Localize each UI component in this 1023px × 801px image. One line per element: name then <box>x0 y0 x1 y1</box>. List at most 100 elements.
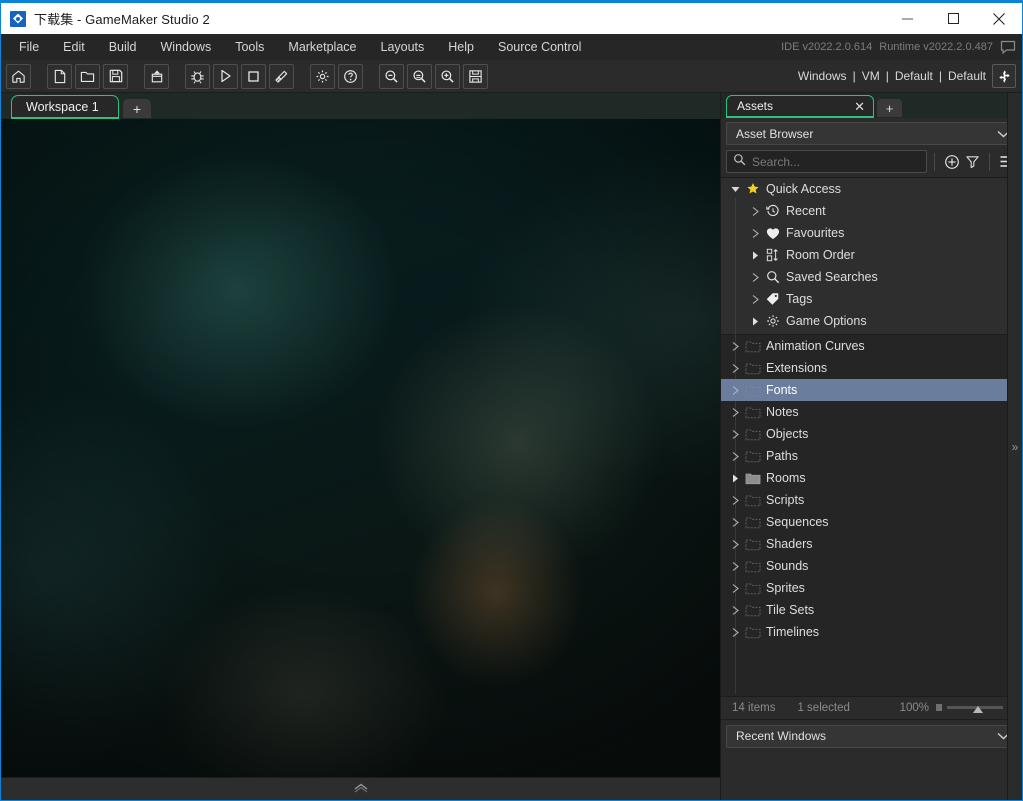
recent-windows-dropdown[interactable]: Recent Windows <box>726 724 1017 748</box>
new-project-icon[interactable] <box>47 63 72 89</box>
debug-icon[interactable] <box>185 63 210 89</box>
target-runtime-label[interactable]: VM <box>862 69 880 83</box>
tree-row-saved-searches[interactable]: Saved Searches <box>721 266 1007 288</box>
menu-tools[interactable]: Tools <box>223 34 276 60</box>
tree-row-folder[interactable]: Sounds <box>721 555 1007 577</box>
folder-icon <box>743 494 763 507</box>
version-info: IDE v2022.2.0.614 Runtime v2022.2.0.487 <box>781 34 1016 60</box>
tree-row-game-options[interactable]: Game Options <box>721 310 1007 332</box>
chevron-right-icon[interactable] <box>727 627 743 637</box>
chevron-down-icon[interactable] <box>727 186 743 193</box>
gear-icon <box>763 314 783 328</box>
chevron-right-icon[interactable] <box>727 561 743 571</box>
divider <box>989 152 990 171</box>
target-config-label[interactable]: Default <box>895 69 933 83</box>
target-platform-label[interactable]: Windows <box>798 69 847 83</box>
tree-row-folder[interactable]: Timelines <box>721 621 1007 643</box>
tree-row-folder[interactable]: Tile Sets <box>721 599 1007 621</box>
zoom-in-icon[interactable] <box>435 63 460 89</box>
collapse-chevron-icon[interactable] <box>353 780 369 798</box>
menu-layouts[interactable]: Layouts <box>369 34 437 60</box>
tree-row-folder[interactable]: Fonts <box>721 379 1007 401</box>
stop-icon[interactable] <box>241 63 266 89</box>
chevron-right-filled-icon[interactable] <box>727 474 743 483</box>
chevron-right-icon[interactable] <box>727 363 743 373</box>
chevron-right-filled-icon[interactable] <box>747 251 763 260</box>
minimize-button[interactable] <box>884 3 930 34</box>
chevron-right-icon[interactable] <box>727 495 743 505</box>
search-input[interactable]: Search... <box>726 150 927 173</box>
zoom-reset-icon[interactable] <box>407 63 432 89</box>
tree-row-folder[interactable]: Notes <box>721 401 1007 423</box>
zoom-slider[interactable] <box>936 701 1014 715</box>
folder-icon <box>743 450 763 463</box>
ide-version-label: IDE v2022.2.0.614 <box>781 41 873 53</box>
chevron-right-icon[interactable] <box>747 206 763 216</box>
workspace-canvas[interactable]: 下载集 xzji.com <box>1 119 720 777</box>
chevron-right-icon[interactable] <box>727 407 743 417</box>
menu-edit[interactable]: Edit <box>51 34 97 60</box>
chevron-right-icon[interactable] <box>747 228 763 238</box>
chevron-right-icon[interactable] <box>727 385 743 395</box>
asset-browser-dropdown[interactable]: Asset Browser <box>726 122 1017 145</box>
tree-row-folder[interactable]: Objects <box>721 423 1007 445</box>
zoom-out-icon[interactable] <box>379 63 404 89</box>
play-icon[interactable] <box>213 63 238 89</box>
add-assets-tab-button[interactable]: + <box>877 99 902 117</box>
maximize-button[interactable] <box>930 3 976 34</box>
chevron-right-icon[interactable] <box>727 539 743 549</box>
tree-row-folder[interactable]: Animation Curves <box>721 335 1007 357</box>
menu-source-control[interactable]: Source Control <box>486 34 593 60</box>
menu-help[interactable]: Help <box>436 34 486 60</box>
tree-row-tags[interactable]: Tags <box>721 288 1007 310</box>
chevron-right-icon[interactable] <box>747 272 763 282</box>
tree-row-folder[interactable]: Rooms <box>721 467 1007 489</box>
chevron-right-icon[interactable] <box>747 294 763 304</box>
tree-row-recent[interactable]: Recent <box>721 200 1007 222</box>
tree-row-folder[interactable]: Sequences <box>721 511 1007 533</box>
close-icon[interactable]: ✕ <box>854 100 865 113</box>
chevron-right-icon[interactable] <box>727 583 743 593</box>
tree-row-quick-access[interactable]: Quick Access <box>721 178 1007 200</box>
filter-icon[interactable] <box>962 152 982 172</box>
chevron-right-icon[interactable] <box>727 517 743 527</box>
add-workspace-tab-button[interactable]: + <box>123 99 151 118</box>
tree-row-folder[interactable]: Shaders <box>721 533 1007 555</box>
tree-label: Paths <box>766 449 798 463</box>
chevron-right-icon[interactable] <box>727 429 743 439</box>
chevron-right-icon[interactable] <box>727 341 743 351</box>
tree-row-folder[interactable]: Scripts <box>721 489 1007 511</box>
clean-icon[interactable] <box>269 63 294 89</box>
menu-file[interactable]: File <box>7 34 51 60</box>
export-package-icon[interactable] <box>144 63 169 89</box>
right-panel-expander[interactable]: » <box>1007 93 1022 800</box>
tree-row-folder[interactable]: Extensions <box>721 357 1007 379</box>
add-asset-icon[interactable] <box>942 152 962 172</box>
feedback-chat-icon[interactable] <box>1000 40 1016 55</box>
menu-build[interactable]: Build <box>97 34 149 60</box>
menu-windows[interactable]: Windows <box>149 34 224 60</box>
tree-row-room-order[interactable]: Room Order <box>721 244 1007 266</box>
tab-assets[interactable]: Assets ✕ <box>726 95 874 118</box>
target-manager-icon[interactable] <box>992 64 1016 88</box>
open-project-icon[interactable] <box>75 63 100 89</box>
chevron-right-filled-icon[interactable] <box>747 317 763 326</box>
folder-icon <box>743 582 763 595</box>
menu-marketplace[interactable]: Marketplace <box>276 34 368 60</box>
help-icon[interactable] <box>338 63 363 89</box>
preferences-gear-icon[interactable] <box>310 63 335 89</box>
tree-label: Recent <box>786 204 826 218</box>
tab-workspace-1[interactable]: Workspace 1 <box>11 95 119 119</box>
tree-row-folder[interactable]: Sprites <box>721 577 1007 599</box>
fit-to-screen-icon[interactable] <box>463 63 488 89</box>
tree-row-favourites[interactable]: Favourites <box>721 222 1007 244</box>
tree-row-folder[interactable]: Paths <box>721 445 1007 467</box>
close-button[interactable] <box>976 3 1022 34</box>
save-project-icon[interactable] <box>103 63 128 89</box>
target-device-label[interactable]: Default <box>948 69 986 83</box>
divider <box>934 152 935 171</box>
chevron-right-icon[interactable] <box>727 605 743 615</box>
home-icon[interactable] <box>6 63 31 89</box>
chevron-right-icon[interactable] <box>727 451 743 461</box>
zoom-slider-knob[interactable] <box>973 705 984 713</box>
